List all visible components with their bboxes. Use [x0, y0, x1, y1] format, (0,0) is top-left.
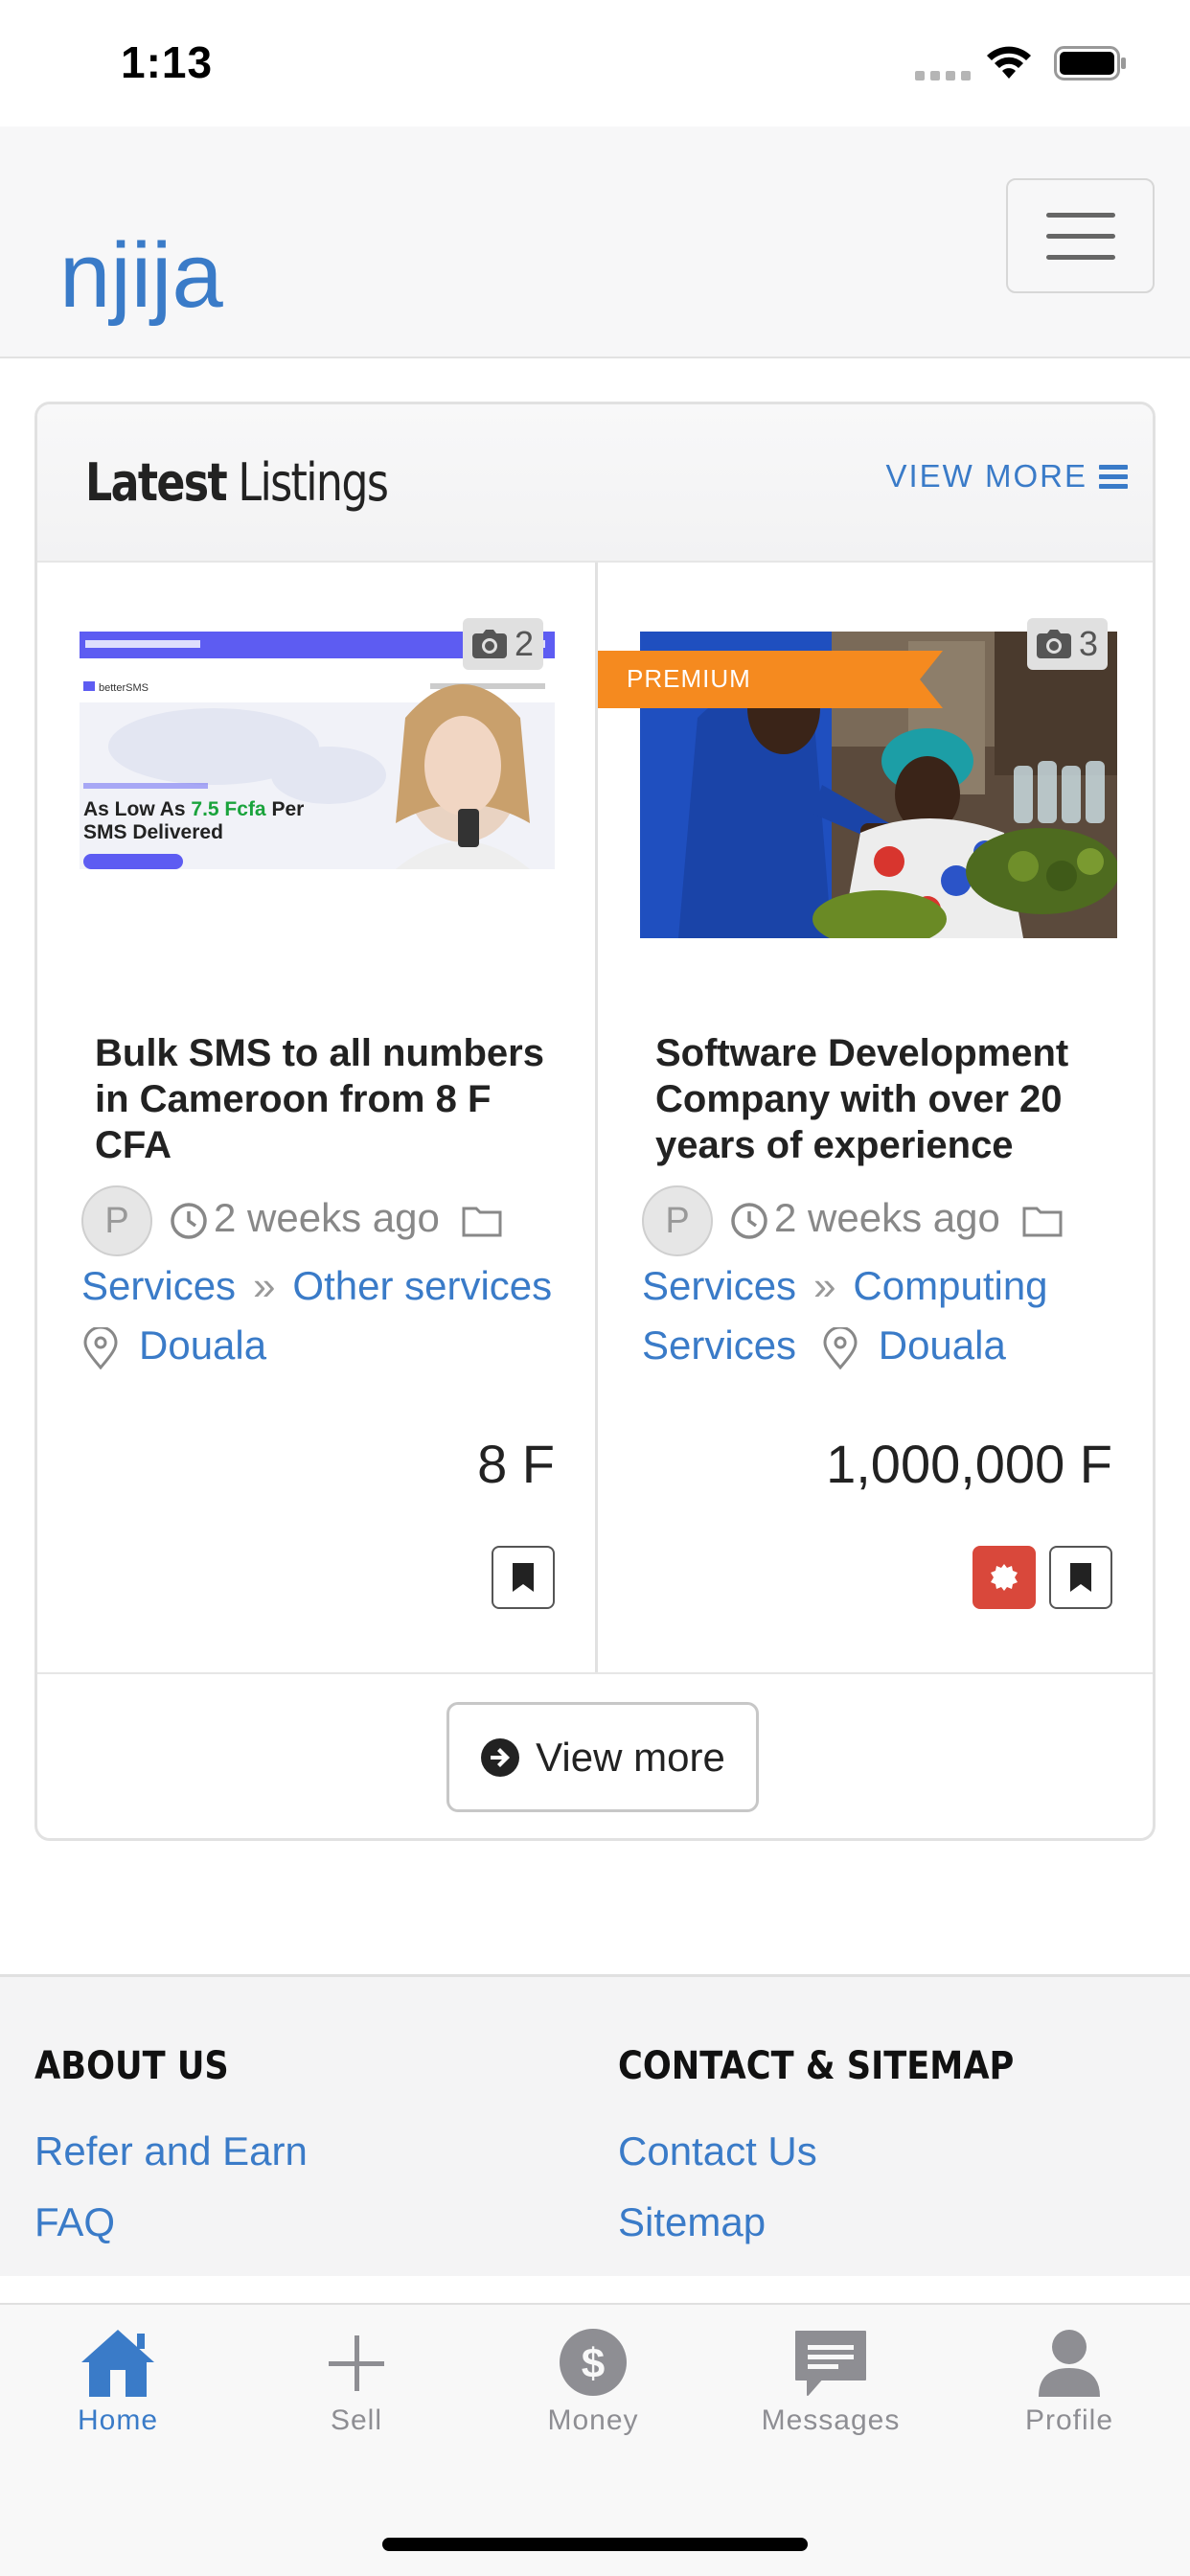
photo-count: 3: [1079, 624, 1099, 663]
view-more-button-label: View more: [536, 1734, 725, 1780]
menu-toggle-button[interactable]: [1006, 178, 1155, 293]
tab-messages[interactable]: Messages: [735, 2326, 927, 2437]
listing-item[interactable]: PREMIUM 3 Software Development Company w…: [595, 563, 1153, 1672]
sitemap-link[interactable]: Sitemap: [618, 2199, 1068, 2245]
listing-title[interactable]: Software Development Company with over 2…: [655, 1030, 1125, 1168]
tab-money[interactable]: $ Money: [497, 2326, 689, 2437]
camera-icon: [1037, 630, 1071, 658]
faq-link[interactable]: FAQ: [34, 2199, 308, 2245]
avatar[interactable]: P: [642, 1185, 713, 1256]
cellular-signal-icon: [915, 71, 971, 80]
plus-icon: [329, 2335, 384, 2391]
svg-text:$: $: [582, 2340, 605, 2387]
location-pin-icon: [823, 1326, 858, 1369]
avatar[interactable]: P: [81, 1185, 152, 1256]
arrow-circle-right-icon: [481, 1737, 520, 1777]
bookmark-button[interactable]: [1049, 1546, 1112, 1609]
njija-logo[interactable]: njija: [59, 232, 241, 337]
refer-and-earn-link[interactable]: Refer and Earn: [34, 2128, 308, 2174]
navbar: njija: [0, 126, 1190, 358]
breadcrumb-separator: »: [253, 1263, 276, 1308]
listing-title[interactable]: Bulk SMS to all numbers in Cameroon from…: [95, 1030, 564, 1168]
folder-icon: [1022, 1207, 1062, 1237]
bookmark-button[interactable]: [492, 1546, 555, 1609]
svg-text:njija: njija: [59, 232, 223, 327]
dollar-icon: $: [560, 2329, 627, 2396]
tab-bar: Home Sell $ Money Messages Profile: [0, 2303, 1190, 2576]
tab-label: Home: [77, 2404, 159, 2436]
footer-about-heading: ABOUT US: [34, 2044, 229, 2088]
svg-text:betterSMS: betterSMS: [99, 682, 149, 694]
view-more-link-label: VIEW MORE: [885, 458, 1087, 494]
tab-label: Messages: [761, 2404, 901, 2436]
tab-home[interactable]: Home: [22, 2326, 214, 2437]
posted-time: 2 weeks ago: [214, 1195, 440, 1241]
battery-icon: [1054, 46, 1126, 80]
message-icon: [795, 2331, 866, 2396]
view-more-button[interactable]: View more: [446, 1702, 759, 1812]
home-icon: [81, 2330, 154, 2397]
footer-contact: CONTACT & SITEMAP Contact Us Sitemap: [618, 2044, 1068, 2245]
latest-listings-card: Latest Listings VIEW MORE betterSMS As L…: [34, 402, 1156, 1841]
status-time: 1:13: [121, 37, 214, 87]
wifi-icon: [987, 46, 1031, 79]
listing-item[interactable]: betterSMS As Low As 7.5 Fcfa Per SMS Del…: [37, 563, 595, 1672]
contact-us-link[interactable]: Contact Us: [618, 2128, 1068, 2174]
location-pin-icon: [83, 1326, 118, 1369]
svg-text:As Low As 7.5 Fcfa Per: As Low As 7.5 Fcfa Per: [83, 798, 304, 820]
card-title-light: Listings: [238, 452, 388, 513]
listing-actions: [973, 1546, 1112, 1609]
footer: ABOUT US Refer and Earn FAQ CONTACT & SI…: [0, 1974, 1190, 2276]
person-icon: [1039, 2330, 1100, 2397]
clock-icon: [171, 1203, 207, 1239]
card-title: Latest Listings: [85, 452, 389, 513]
subcategory-link[interactable]: Other services: [292, 1263, 552, 1308]
listings-grid: betterSMS As Low As 7.5 Fcfa Per SMS Del…: [37, 563, 1153, 1674]
certificate-icon: [991, 1564, 1018, 1591]
listing-price: 1,000,000 F: [826, 1434, 1112, 1494]
featured-badge-button[interactable]: [973, 1546, 1036, 1609]
svg-text:SMS Delivered: SMS Delivered: [83, 821, 223, 843]
photo-count-badge: 2: [463, 618, 544, 670]
listing-meta: P2 weeks ago Services» Computing Services…: [642, 1185, 1131, 1375]
footer-about: ABOUT US Refer and Earn FAQ: [34, 2044, 308, 2245]
category-link[interactable]: Services: [642, 1263, 796, 1308]
location-link[interactable]: Douala: [879, 1322, 1006, 1368]
tab-profile[interactable]: Profile: [973, 2326, 1165, 2437]
breadcrumb-separator: »: [813, 1263, 836, 1308]
clock-icon: [731, 1203, 767, 1239]
bookmark-icon: [1070, 1563, 1091, 1592]
premium-label: PREMIUM: [627, 664, 751, 693]
footer-contact-heading: CONTACT & SITEMAP: [618, 2044, 1015, 2088]
card-title-bold: Latest: [85, 452, 228, 513]
photo-count: 2: [515, 624, 535, 663]
tab-sell[interactable]: Sell: [261, 2326, 452, 2437]
listing-meta: P 2 weeks ago Services » Other services Dou…: [81, 1185, 570, 1375]
listing-actions: [492, 1546, 555, 1609]
tab-label: Money: [547, 2404, 639, 2436]
tab-label: Sell: [330, 2404, 383, 2436]
category-link[interactable]: Services: [81, 1263, 236, 1308]
status-bar: 1:13: [0, 0, 1190, 126]
folder-icon: [462, 1207, 501, 1237]
view-more-link[interactable]: VIEW MORE: [885, 458, 1128, 494]
listing-price: 8 F: [477, 1434, 555, 1494]
bookmark-icon: [513, 1563, 534, 1592]
posted-time: 2 weeks ago: [774, 1195, 1000, 1241]
photo-count-badge: 3: [1027, 618, 1109, 670]
tab-label: Profile: [1024, 2404, 1114, 2436]
hamburger-icon: [1045, 212, 1115, 218]
card-header: Latest Listings VIEW MORE: [37, 404, 1153, 563]
home-indicator: [382, 2538, 808, 2551]
list-icon: [1099, 464, 1128, 489]
camera-icon: [472, 630, 507, 658]
location-link[interactable]: Douala: [139, 1322, 266, 1368]
